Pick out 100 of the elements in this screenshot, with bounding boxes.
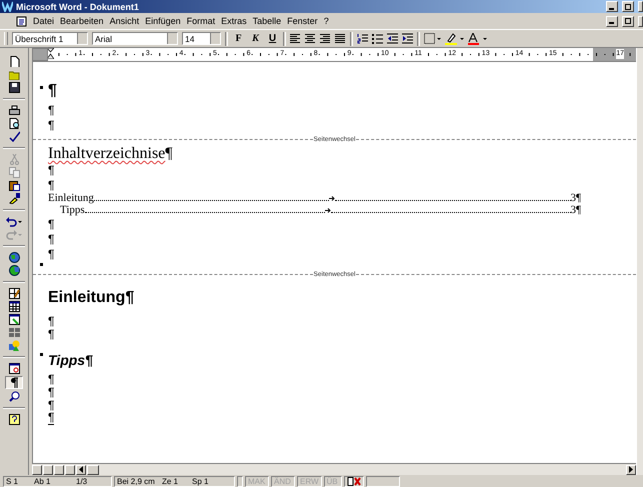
style-dropdown[interactable]: Überschrift 1	[12, 32, 88, 45]
paragraph-mark: ¶	[48, 246, 54, 260]
window-title: Microsoft Word - Dokument1	[16, 2, 139, 12]
bold-button[interactable]: F	[232, 32, 245, 45]
paragraph-mark: ¶	[48, 216, 54, 230]
restore-icon	[625, 18, 631, 24]
scroll-thumb[interactable]	[87, 464, 99, 474]
paragraph-mark: ¶	[48, 314, 54, 328]
outline-view-button[interactable]	[65, 464, 75, 474]
spelling-status-icon	[346, 477, 361, 486]
word-logo-icon	[2, 1, 13, 12]
paragraph-mark: ¶	[48, 178, 54, 192]
vertical-scrollbar[interactable]	[636, 48, 643, 475]
spreadsheet-icon[interactable]	[8, 314, 20, 325]
paragraph-mark: ¶	[48, 372, 54, 386]
print-preview-icon[interactable]	[8, 118, 20, 129]
undo-icon[interactable]	[6, 216, 22, 227]
underline-button[interactable]: U	[266, 32, 279, 45]
toc-heading: Inhaltverzeichnise	[48, 145, 166, 163]
status-text: 1/3	[76, 477, 88, 486]
menu-item[interactable]: Tabelle	[250, 16, 284, 26]
zoom-icon[interactable]	[8, 391, 20, 402]
align-center-icon[interactable]	[305, 33, 316, 44]
paragraph-mark: ¶	[48, 398, 54, 412]
page-view-button[interactable]	[54, 464, 64, 474]
normal-view-button[interactable]	[32, 464, 42, 474]
status-text: Ab 1	[34, 477, 52, 486]
paragraph-mark: ¶	[48, 326, 54, 340]
restore-button[interactable]	[622, 16, 634, 26]
numbered-list-icon[interactable]	[357, 33, 368, 44]
subheading: Tipps¶	[48, 352, 93, 368]
status-text: Sp 1	[192, 477, 210, 486]
minimize-button[interactable]	[606, 1, 618, 12]
save-icon[interactable]	[8, 82, 20, 93]
status-text: Bei 2,9 cm	[117, 477, 156, 486]
spellcheck-icon[interactable]	[8, 131, 20, 142]
open-folder-icon[interactable]	[8, 69, 20, 80]
justify-icon[interactable]	[335, 33, 346, 44]
paragraph-mark: ¶	[48, 118, 54, 132]
menu-item[interactable]: Datei	[30, 16, 58, 26]
border-icon[interactable]	[424, 33, 441, 44]
scroll-right-button[interactable]	[626, 464, 636, 474]
keep-with-next-mark	[40, 353, 43, 356]
align-left-icon[interactable]	[290, 33, 301, 44]
close-button[interactable]	[638, 1, 643, 12]
paragraph-mark: ¶	[165, 145, 173, 163]
paragraph-mark: ¶	[48, 162, 54, 176]
paragraph-mark: ¶	[48, 410, 54, 425]
document-icon[interactable]	[16, 16, 27, 26]
menu-item[interactable]: ?	[320, 16, 332, 26]
minimize-button[interactable]	[606, 16, 618, 26]
format-painter-icon[interactable]	[8, 193, 20, 204]
paragraph-mark: ¶	[48, 232, 54, 246]
toc-page-number: 3¶	[570, 204, 581, 216]
font-dropdown[interactable]: Arial	[92, 32, 178, 45]
globe-icon[interactable]	[8, 265, 20, 276]
toc-page-number: 3¶	[570, 192, 581, 204]
pilcrow-icon	[8, 377, 20, 388]
keep-with-next-mark	[40, 263, 43, 266]
paragraph-mark: ¶	[48, 82, 57, 100]
italic-button[interactable]: K	[249, 32, 262, 45]
menu-item[interactable]: Format	[184, 16, 218, 26]
paragraph-mark: ¶	[48, 102, 54, 116]
table-pencil-icon[interactable]	[8, 288, 20, 299]
heading: Einleitung¶	[48, 289, 134, 307]
shapes-icon[interactable]	[8, 340, 20, 351]
columns-icon[interactable]	[8, 327, 20, 338]
menu-item[interactable]: Einfügen	[142, 16, 184, 26]
menu-item[interactable]: Ansicht	[106, 16, 142, 26]
restore-icon	[625, 4, 631, 10]
tab-arrow-icon	[329, 196, 336, 200]
paragraph-mark: ¶	[48, 384, 54, 398]
restore-button[interactable]	[622, 1, 634, 12]
menu-item[interactable]: Fenster	[284, 16, 321, 26]
toc-entry-text[interactable]: Einleitung	[48, 192, 94, 204]
increase-indent-icon[interactable]	[402, 33, 413, 44]
paste-icon[interactable]	[8, 180, 20, 191]
scroll-left-button[interactable]	[76, 464, 86, 474]
new-document-icon[interactable]	[8, 56, 20, 67]
help-icon[interactable]	[8, 414, 20, 425]
tab-arrow-icon	[324, 208, 331, 212]
font-size-dropdown[interactable]: 14	[182, 32, 221, 45]
formatting-marks-button[interactable]	[5, 376, 23, 389]
align-right-icon[interactable]	[320, 33, 331, 44]
font-color-icon[interactable]	[468, 32, 487, 44]
menu-item[interactable]: Bearbeiten	[57, 16, 107, 26]
web-view-button[interactable]	[43, 464, 53, 474]
print-icon[interactable]	[8, 105, 20, 116]
status-text: S 1	[6, 477, 20, 486]
document-map-icon[interactable]	[8, 363, 20, 374]
highlighter-icon[interactable]	[445, 32, 464, 44]
decrease-indent-icon[interactable]	[387, 33, 398, 44]
globe-icon[interactable]	[8, 252, 20, 263]
menu-item[interactable]: Extras	[218, 16, 250, 26]
table-icon[interactable]	[8, 301, 20, 312]
close-button[interactable]	[638, 16, 643, 26]
status-text: Ze 1	[162, 477, 180, 486]
bullet-list-icon[interactable]	[372, 33, 383, 44]
keep-with-next-mark	[40, 86, 43, 89]
toc-entry-text[interactable]: Tipps	[60, 204, 85, 216]
